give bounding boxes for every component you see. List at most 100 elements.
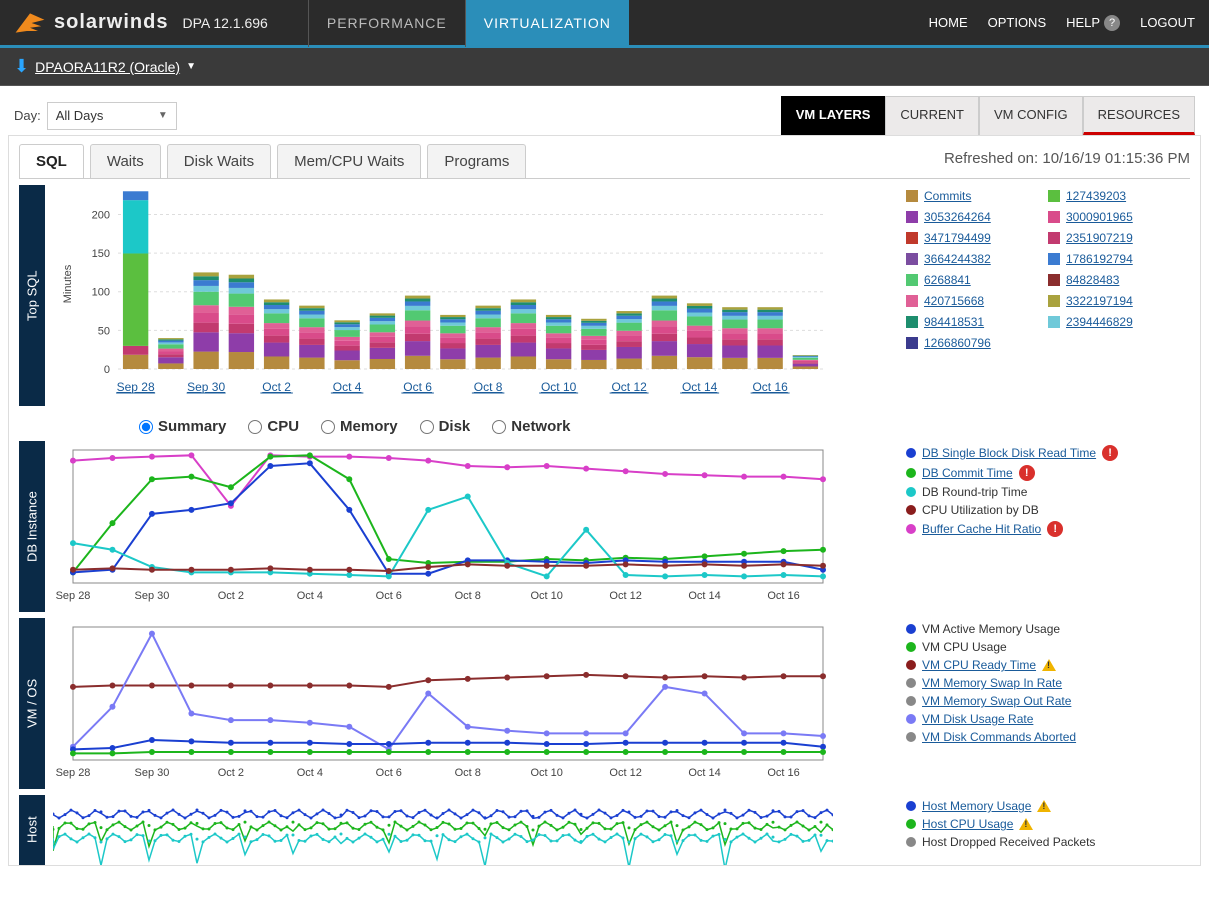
database-name-link[interactable]: DPAORA11R2 (Oracle) [35,59,180,75]
legend-link[interactable]: 127439203 [1066,189,1126,203]
nav-home[interactable]: HOME [929,15,968,30]
nav-logout[interactable]: LOGOUT [1140,15,1195,30]
vm-tab-config[interactable]: VM CONFIG [979,96,1083,135]
chevron-down-icon[interactable]: ▼ [186,61,196,72]
legend-item[interactable]: 2351907219 [1048,231,1184,245]
legend-item[interactable]: 1266860796 [906,336,1042,350]
top-sql-chart[interactable]: 050100150200MinutesSep 28Sep 30Oct 2Oct … [53,189,833,399]
legend-label[interactable]: Host Memory Usage [922,799,1031,813]
vm-tab-current[interactable]: CURRENT [885,96,979,135]
legend-link[interactable]: 2351907219 [1066,231,1133,245]
legend-item[interactable]: 84828483 [1048,273,1184,287]
legend-item[interactable]: VM Disk Commands Aborted [906,730,1184,744]
legend-label[interactable]: Host CPU Usage [922,817,1013,831]
chart-tab-sql[interactable]: SQL [19,144,84,178]
legend-item[interactable]: VM Disk Usage Rate [906,712,1184,726]
legend-item[interactable]: Buffer Cache Hit Ratio! [906,521,1184,537]
svg-text:Oct 16: Oct 16 [752,380,788,394]
legend-link[interactable]: 3664244382 [924,252,991,266]
legend-item[interactable]: VM Memory Swap In Rate [906,676,1184,690]
legend-link[interactable]: 3471794499 [924,231,991,245]
legend-item[interactable]: 127439203 [1048,189,1184,203]
legend-item[interactable]: 6268841 [906,273,1042,287]
legend-dot-icon [906,468,916,478]
legend-label: VM CPU Usage [922,640,1007,654]
legend-item[interactable]: 3322197194 [1048,294,1184,308]
legend-item[interactable]: CPU Utilization by DB [906,503,1184,517]
legend-item[interactable]: VM CPU Usage [906,640,1184,654]
legend-link[interactable]: 84828483 [1066,273,1119,287]
nav-help[interactable]: HELP? [1066,15,1120,31]
svg-text:Oct 4: Oct 4 [333,380,362,394]
legend-label[interactable]: VM CPU Ready Time [922,658,1036,672]
nav-options[interactable]: OPTIONS [988,15,1047,30]
svg-text:50: 50 [98,325,110,337]
legend-item[interactable]: DB Round-trip Time [906,485,1184,499]
legend-link[interactable]: 1786192794 [1066,252,1133,266]
legend-item[interactable]: 3000901965 [1048,210,1184,224]
legend-link[interactable]: 3000901965 [1066,210,1133,224]
legend-item[interactable]: 984418531 [906,315,1042,329]
legend-item[interactable]: Host CPU Usage [906,817,1184,831]
vm-tab-resources[interactable]: RESOURCES [1083,96,1195,135]
legend-item[interactable]: 1786192794 [1048,252,1184,266]
host-chart[interactable] [53,799,833,865]
legend-label[interactable]: VM Memory Swap Out Rate [922,694,1071,708]
chart-tab-programs[interactable]: Programs [427,144,526,178]
legend-item[interactable]: Host Dropped Received Packets [906,835,1184,849]
legend-item[interactable]: 3471794499 [906,231,1042,245]
svg-text:Oct 16: Oct 16 [767,590,799,602]
svg-text:Minutes: Minutes [62,264,74,303]
legend-item[interactable]: VM Memory Swap Out Rate [906,694,1184,708]
tab-virtualization[interactable]: VIRTUALIZATION [466,0,629,47]
legend-swatch-icon [906,190,918,202]
svg-text:Sep 28: Sep 28 [117,380,155,394]
legend-label[interactable]: VM Disk Usage Rate [922,712,1033,726]
legend-item[interactable]: 3053264264 [906,210,1042,224]
svg-text:Oct 2: Oct 2 [218,590,244,602]
legend-swatch-icon [1048,274,1060,286]
chart-tab-disk-waits[interactable]: Disk Waits [167,144,271,178]
legend-item[interactable]: DB Single Block Disk Read Time! [906,445,1184,461]
warning-icon [1019,818,1033,830]
svg-text:Oct 10: Oct 10 [541,380,577,394]
legend-link[interactable]: 3322197194 [1066,294,1133,308]
vm-tab-layers[interactable]: VM LAYERS [781,96,886,135]
radio-network[interactable]: Network [492,418,570,435]
legend-item[interactable]: 420715668 [906,294,1042,308]
legend-label[interactable]: VM Memory Swap In Rate [922,676,1062,690]
legend-link[interactable]: 3053264264 [924,210,991,224]
svg-text:Oct 10: Oct 10 [530,590,562,602]
tab-performance[interactable]: PERFORMANCE [308,0,466,47]
legend-link[interactable]: 420715668 [924,294,984,308]
legend-label[interactable]: VM Disk Commands Aborted [922,730,1076,744]
brand-logo: solarwinds [14,9,168,37]
legend-item[interactable]: VM CPU Ready Time [906,658,1184,672]
radio-summary[interactable]: Summary [139,418,226,435]
legend-item[interactable]: Host Memory Usage [906,799,1184,813]
legend-item[interactable]: Commits [906,189,1042,203]
legend-link[interactable]: 6268841 [924,273,971,287]
legend-label[interactable]: Buffer Cache Hit Ratio [922,522,1041,536]
legend-link[interactable]: 984418531 [924,315,984,329]
legend-item[interactable]: VM Active Memory Usage [906,622,1184,636]
legend-link[interactable]: 1266860796 [924,336,991,350]
chart-tab-waits[interactable]: Waits [90,144,161,178]
db-instance-chart[interactable]: Sep 28Sep 30Oct 2Oct 4Oct 6Oct 8Oct 10Oc… [53,445,833,605]
day-select[interactable]: All Days ▼ [47,102,177,130]
legend-item[interactable]: 2394446829 [1048,315,1184,329]
legend-link[interactable]: Commits [924,189,971,203]
legend-label[interactable]: DB Single Block Disk Read Time [922,446,1096,460]
radio-memory[interactable]: Memory [321,418,398,435]
download-arrow-icon[interactable]: ⬇ [14,56,29,77]
legend-label[interactable]: DB Commit Time [922,466,1013,480]
legend-item[interactable]: DB Commit Time! [906,465,1184,481]
radio-cpu[interactable]: CPU [248,418,299,435]
legend-link[interactable]: 2394446829 [1066,315,1133,329]
vm-os-chart[interactable]: Sep 28Sep 30Oct 2Oct 4Oct 6Oct 8Oct 10Oc… [53,622,833,782]
top-sql-legend: Commits 127439203 3053264264 3000901965 3471… [900,185,1190,406]
legend-item[interactable]: 3664244382 [906,252,1042,266]
refreshed-timestamp: Refreshed on: 10/16/19 01:15:36 PM [944,150,1190,173]
radio-disk[interactable]: Disk [420,418,471,435]
chart-tab-mem-cpu[interactable]: Mem/CPU Waits [277,144,421,178]
